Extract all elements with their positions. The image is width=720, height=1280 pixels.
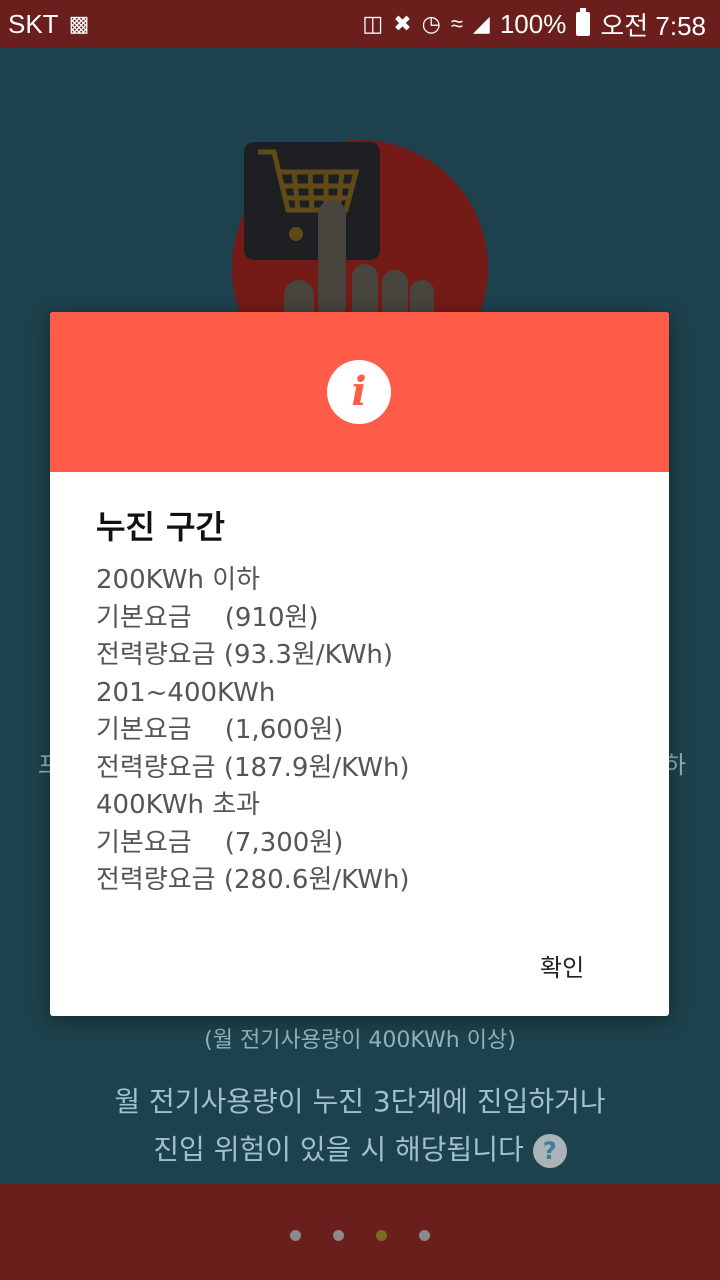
info-icon: i xyxy=(327,360,391,424)
tier-line: 전력량요금 (187.9원/KWh) xyxy=(96,752,410,783)
tier-line: 기본요금 (910원) xyxy=(96,602,319,633)
status-left: SKT ▩ xyxy=(8,9,89,40)
page-dot[interactable] xyxy=(419,1230,430,1241)
battery-percent: 100% xyxy=(499,8,567,39)
confirm-button[interactable]: 확인 xyxy=(540,948,584,983)
tier-line: 전력량요금 (280.6원/KWh) xyxy=(96,865,410,895)
background-description-line2: 진입 위험이 있을 시 해당됩니다 ? xyxy=(0,1128,720,1168)
background-description-line1: 월 전기사용량이 누진 3단계에 진입하거나 xyxy=(114,1085,606,1118)
tier-line: 기본요금 (1,600원) xyxy=(96,715,344,745)
status-right: ◫ ✖ ◷ ≈ ◢ 100% 오전 7:58 xyxy=(362,6,706,43)
background-subtext: (월 전기사용량이 400KWh 이상) xyxy=(204,1028,516,1053)
status-bar: SKT ▩ ◫ ✖ ◷ ≈ ◢ 100% 오전 7:58 xyxy=(0,0,720,48)
tier-line: 400KWh 초과 xyxy=(96,790,261,820)
tier-line: 전력량요금 (93.3원/KWh) xyxy=(96,640,394,670)
dialog-body: 200KWh 이하 기본요금 (910원) 전력량요금 (93.3원/KWh) … xyxy=(96,562,636,900)
background-description-line2-text: 진입 위험이 있을 시 해당됩니다 xyxy=(153,1133,524,1166)
page-dot-active[interactable] xyxy=(376,1230,387,1241)
carrier-label: SKT xyxy=(8,8,59,39)
dialog-title: 누진 구간 xyxy=(96,508,225,546)
page-indicator xyxy=(0,1226,720,1245)
info-dialog: i 누진 구간 200KWh 이하 기본요금 (910원) 전력량요금 (93.… xyxy=(50,312,669,1016)
page-dot[interactable] xyxy=(290,1230,301,1241)
dialog-header: i xyxy=(50,312,669,472)
tier-line: 기본요금 (7,300원) xyxy=(96,827,344,858)
battery-icon xyxy=(576,8,591,36)
alarm-icon: ◷ xyxy=(421,11,441,36)
help-icon[interactable]: ? xyxy=(532,1134,567,1168)
cast-icon: ◫ xyxy=(362,11,384,36)
clock: 오전 7:58 xyxy=(600,10,706,41)
tier-line: 201~400KWh xyxy=(96,677,276,708)
tier-line: 200KWh 이하 xyxy=(96,565,261,595)
video-icon: ▩ xyxy=(68,11,90,36)
mute-icon: ✖ xyxy=(393,11,412,36)
page-dot[interactable] xyxy=(333,1230,344,1241)
signal-icon: ◢ xyxy=(472,11,490,36)
wifi-icon: ≈ xyxy=(450,11,463,36)
